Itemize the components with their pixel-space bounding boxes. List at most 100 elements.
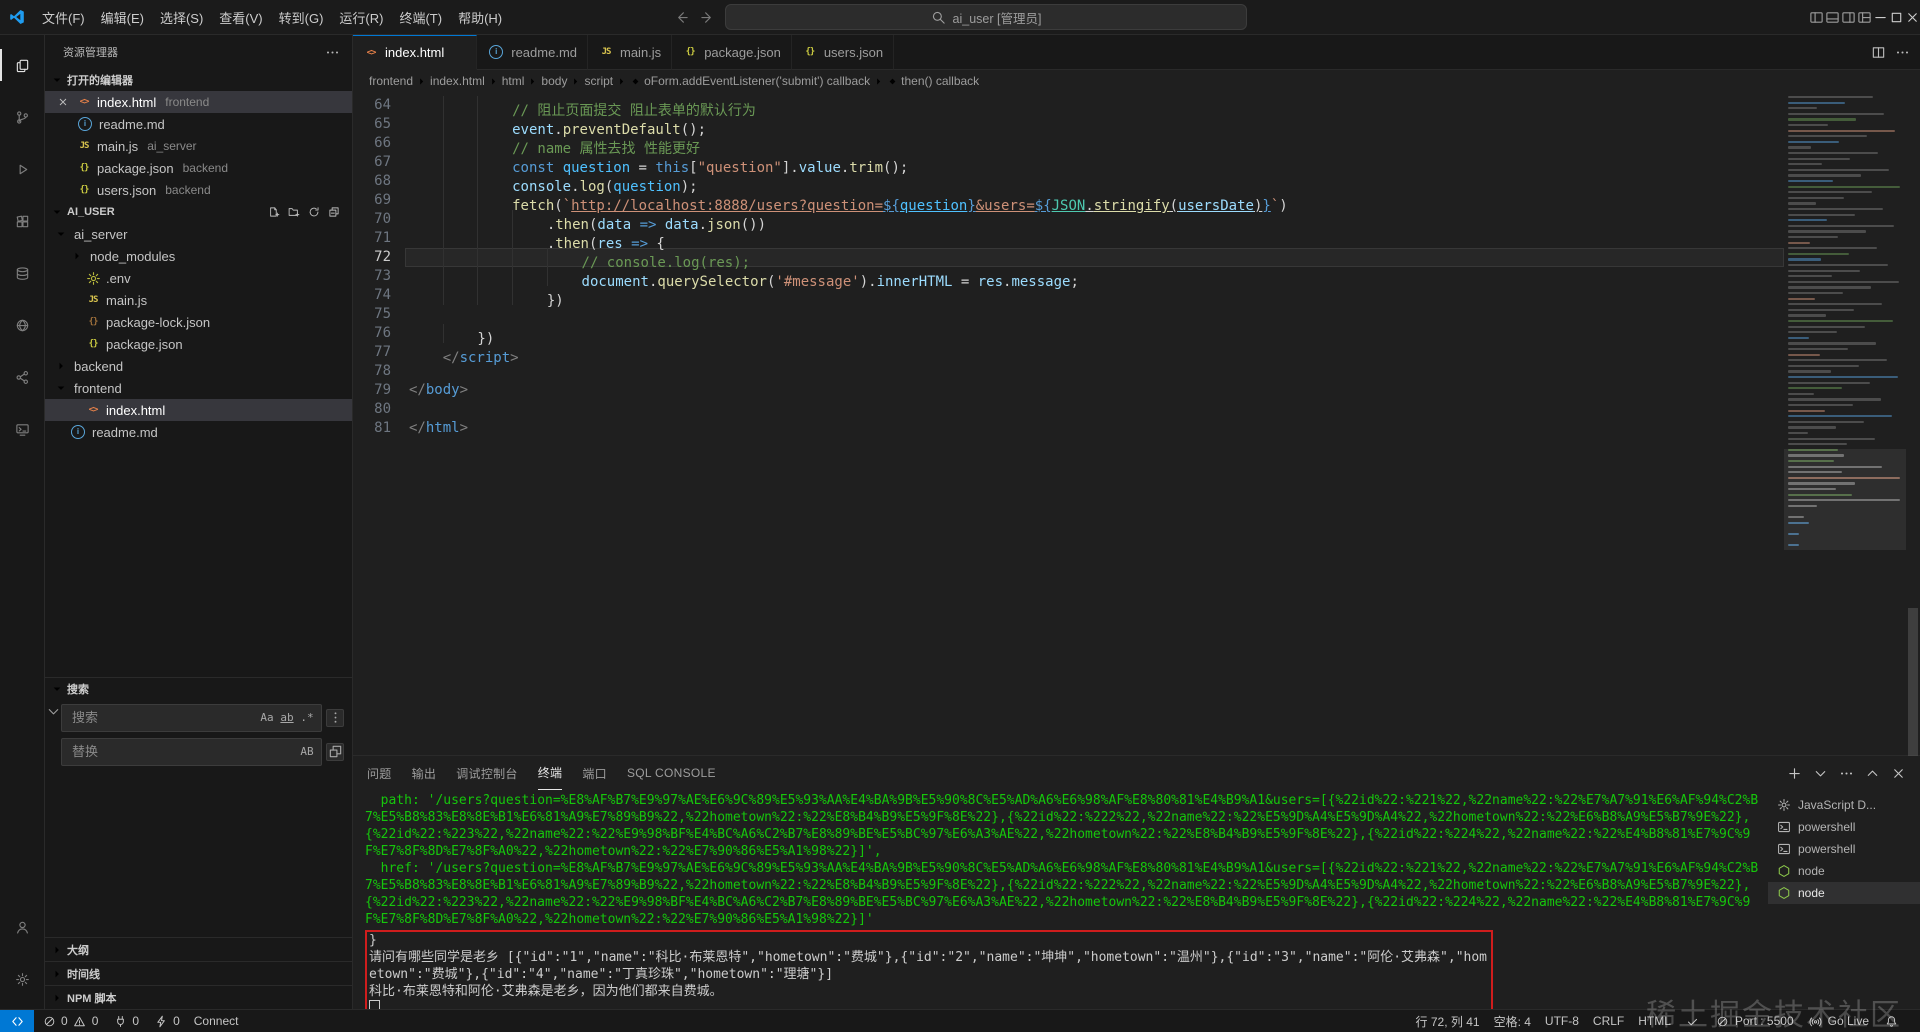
preserve-case-icon[interactable]: AB bbox=[297, 742, 317, 762]
search-input[interactable] bbox=[70, 709, 257, 727]
menu-selection[interactable]: 选择(S) bbox=[152, 4, 211, 31]
tab-users.json[interactable]: {} users.json bbox=[791, 35, 895, 70]
open-editor-item[interactable]: {} package.json backend bbox=[45, 157, 352, 179]
panel-tab-输出[interactable]: 输出 bbox=[412, 756, 437, 790]
menu-view[interactable]: 查看(V) bbox=[211, 4, 270, 31]
regex-icon[interactable]: .* bbox=[297, 708, 317, 728]
activitybar-accounts[interactable] bbox=[0, 901, 44, 953]
tree-item-node_modules[interactable]: node_modules bbox=[45, 245, 352, 267]
tab-readme.md[interactable]: i readme.md bbox=[477, 35, 588, 70]
activitybar-run-and-debug[interactable] bbox=[0, 143, 44, 195]
panel-tab-调试控制台[interactable]: 调试控制台 bbox=[456, 756, 518, 790]
open-editor-item[interactable]: JS main.js ai_server bbox=[45, 135, 352, 157]
navigate-forward-icon[interactable] bbox=[699, 9, 715, 25]
activitybar-globe[interactable] bbox=[0, 299, 44, 351]
panel-tab-SQL CONSOLE[interactable]: SQL CONSOLE bbox=[627, 756, 716, 790]
status-go-live[interactable]: Go Live bbox=[1801, 1010, 1876, 1032]
toggle-replace-icon[interactable] bbox=[45, 704, 61, 720]
tree-item-backend[interactable]: backend bbox=[45, 355, 352, 377]
section-timeline[interactable]: 时间线 bbox=[45, 961, 352, 985]
tab-index.html[interactable]: <> index.html bbox=[353, 35, 478, 70]
maximize-panel-icon[interactable] bbox=[1864, 765, 1880, 781]
activitybar-database[interactable] bbox=[0, 247, 44, 299]
status-notifications[interactable] bbox=[1876, 1010, 1906, 1032]
close-editor-icon[interactable] bbox=[55, 96, 71, 108]
section-outline[interactable]: 大纲 bbox=[45, 937, 352, 961]
status-cursor-position[interactable]: 行 72, 列 41 bbox=[1409, 1010, 1487, 1032]
collapse-all-icon[interactable] bbox=[326, 204, 342, 220]
breadcrumb-item[interactable]: oForm.addEventListener('submit') callbac… bbox=[630, 74, 870, 88]
replace-all-icon[interactable] bbox=[326, 742, 344, 761]
toggle-panel-icon[interactable] bbox=[1824, 9, 1840, 25]
new-terminal-icon[interactable] bbox=[1786, 765, 1802, 781]
window-close-button[interactable] bbox=[1904, 9, 1920, 25]
status-live-server-port[interactable]: Port : 5500 bbox=[1708, 1010, 1801, 1032]
activitybar-manage[interactable] bbox=[0, 953, 44, 1005]
activitybar-extensions[interactable] bbox=[0, 195, 44, 247]
new-folder-icon[interactable] bbox=[286, 204, 302, 220]
tab-main.js[interactable]: JS main.js bbox=[588, 35, 673, 70]
activitybar-explorer[interactable] bbox=[0, 39, 44, 91]
customize-layout-icon[interactable] bbox=[1856, 9, 1872, 25]
status-eol[interactable]: CRLF bbox=[1586, 1010, 1631, 1032]
activitybar-live-share[interactable] bbox=[0, 351, 44, 403]
window-minimize-button[interactable] bbox=[1872, 9, 1888, 25]
open-editors-header[interactable]: 打开的编辑器 bbox=[45, 69, 352, 91]
panel-tab-端口[interactable]: 端口 bbox=[582, 756, 607, 790]
menu-terminal[interactable]: 终端(T) bbox=[391, 4, 450, 31]
status-language-mode[interactable]: HTML bbox=[1631, 1010, 1678, 1032]
panel-tab-终端[interactable]: 终端 bbox=[537, 756, 563, 790]
command-center-search[interactable]: ai_user [管理员] bbox=[725, 4, 1247, 30]
close-tab-icon[interactable] bbox=[454, 47, 466, 59]
problems-status[interactable]: 0 0 bbox=[34, 1010, 105, 1032]
whole-word-icon[interactable]: ab bbox=[277, 708, 297, 728]
breadcrumb-item[interactable]: index.html bbox=[430, 74, 485, 88]
section-npm-scripts[interactable]: NPM 脚本 bbox=[45, 985, 352, 1009]
terminal-tab-node[interactable]: node bbox=[1768, 882, 1920, 904]
menu-edit[interactable]: 编辑(E) bbox=[93, 4, 152, 31]
menu-go[interactable]: 转到(G) bbox=[271, 4, 332, 31]
tree-item-readme.md[interactable]: i readme.md bbox=[45, 421, 352, 443]
terminal-tab-powershell[interactable]: powershell bbox=[1768, 838, 1920, 860]
close-panel-icon[interactable] bbox=[1890, 765, 1906, 781]
toggle-primary-sidebar-icon[interactable] bbox=[1808, 9, 1824, 25]
window-maximize-button[interactable] bbox=[1888, 9, 1904, 25]
search-header[interactable]: 搜索 bbox=[45, 676, 352, 700]
tree-item-frontend[interactable]: frontend bbox=[45, 377, 352, 399]
tree-item-package-lock.json[interactable]: {} package-lock.json bbox=[45, 311, 352, 333]
terminal-tab-node[interactable]: node bbox=[1768, 860, 1920, 882]
tree-item-package.json[interactable]: {} package.json bbox=[45, 333, 352, 355]
activitybar-source-control[interactable] bbox=[0, 91, 44, 143]
replace-input[interactable] bbox=[70, 743, 297, 761]
open-editor-item[interactable]: <> index.html frontend bbox=[45, 91, 352, 113]
refresh-icon[interactable] bbox=[306, 204, 322, 220]
tree-item-index.html[interactable]: <> index.html bbox=[45, 399, 352, 421]
tab-package.json[interactable]: {} package.json bbox=[672, 35, 792, 70]
sidebar-more-actions-icon[interactable] bbox=[324, 44, 340, 60]
breadcrumb-item[interactable]: html bbox=[502, 74, 525, 88]
terminal-profile-dropdown-icon[interactable] bbox=[1812, 765, 1828, 781]
match-case-icon[interactable]: Aa bbox=[257, 708, 277, 728]
editor-scrollbar[interactable] bbox=[1906, 92, 1920, 756]
open-editor-item[interactable]: {} users.json backend bbox=[45, 179, 352, 201]
panel-tab-问题[interactable]: 问题 bbox=[367, 756, 392, 790]
search-detail-toggle-icon[interactable] bbox=[326, 708, 344, 727]
tree-item-.env[interactable]: .env bbox=[45, 267, 352, 289]
minimap-slider[interactable] bbox=[1784, 448, 1906, 550]
activitybar-remote-explorer[interactable] bbox=[0, 403, 44, 455]
terminal-output[interactable]: path: '/users?question=%E8%AF%B7%E9%97%A… bbox=[353, 790, 1768, 1009]
breadcrumb-item[interactable]: body bbox=[541, 74, 567, 88]
connect-button[interactable]: Connect bbox=[187, 1010, 246, 1032]
status-indentation[interactable]: 空格: 4 bbox=[1487, 1010, 1538, 1032]
menu-file[interactable]: 文件(F) bbox=[34, 4, 93, 31]
menu-run[interactable]: 运行(R) bbox=[331, 4, 391, 31]
breadcrumb-item[interactable]: frontend bbox=[369, 74, 413, 88]
ports-status[interactable]: 0 bbox=[105, 1010, 146, 1032]
tree-item-ai_server[interactable]: ai_server bbox=[45, 223, 352, 245]
terminal-tab-powershell[interactable]: powershell bbox=[1768, 816, 1920, 838]
split-editor-icon[interactable] bbox=[1870, 44, 1886, 60]
status-encoding[interactable]: UTF-8 bbox=[1538, 1010, 1586, 1032]
panel-more-actions-icon[interactable] bbox=[1838, 765, 1854, 781]
status-formatter[interactable] bbox=[1678, 1010, 1708, 1032]
menu-help[interactable]: 帮助(H) bbox=[450, 4, 510, 31]
